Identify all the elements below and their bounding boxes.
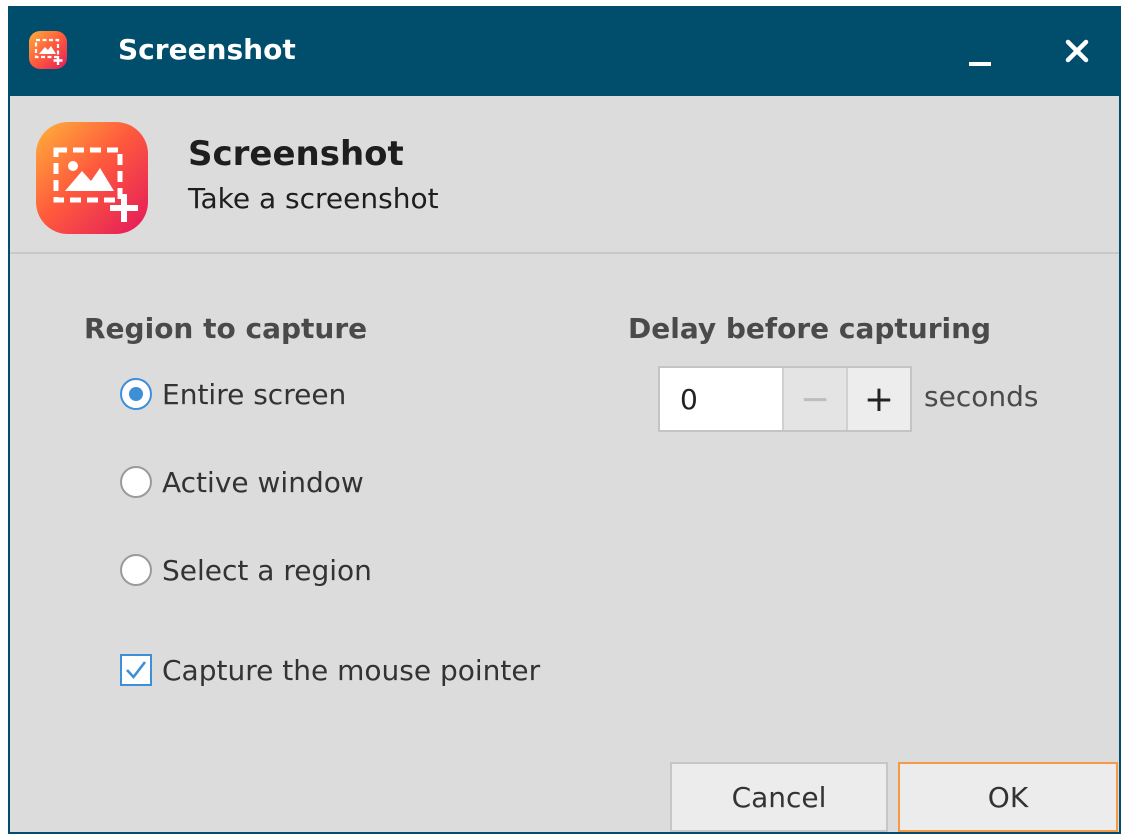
delay-input[interactable] [660,368,782,430]
checkbox-label: Capture the mouse pointer [162,653,541,687]
close-icon [1065,39,1089,63]
radio-label: Select a region [162,553,372,587]
dialog-header: Screenshot Take a screenshot [10,96,1119,252]
header-divider [10,252,1119,254]
ok-button[interactable]: OK [898,762,1118,832]
app-name: Screenshot [188,134,404,174]
region-section-title: Region to capture [84,312,368,345]
screenshot-app-icon [29,31,67,69]
radio-active-window[interactable]: Active window [120,460,364,504]
checkmark-icon [126,661,147,680]
radio-button[interactable] [120,554,152,586]
radio-select-region[interactable]: Select a region [120,548,372,592]
close-button[interactable] [1050,24,1104,78]
radio-label: Entire screen [162,377,347,411]
delay-section-title: Delay before capturing [628,312,992,345]
mouse-pointer-checkbox[interactable] [120,654,152,686]
radio-button[interactable] [120,466,152,498]
app-description: Take a screenshot [188,182,439,215]
cancel-button[interactable]: Cancel [670,762,888,832]
radio-label: Active window [162,465,364,499]
decrement-button[interactable]: − [782,368,846,430]
screenshot-dialog: Screenshot Screenshot Take a screenshot … [8,6,1121,834]
radio-button-selected[interactable] [120,378,152,410]
window-title: Screenshot [118,33,296,66]
mouse-pointer-checkbox-row[interactable]: Capture the mouse pointer [120,648,540,692]
screenshot-app-icon [36,122,148,234]
seconds-label: seconds [924,380,1039,413]
minimize-icon [969,62,991,66]
radio-entire-screen[interactable]: Entire screen [120,372,346,416]
title-bar[interactable]: Screenshot [10,6,1119,96]
minimize-button[interactable] [954,24,1008,78]
delay-spinbox: − + [658,366,912,432]
increment-button[interactable]: + [846,368,910,430]
